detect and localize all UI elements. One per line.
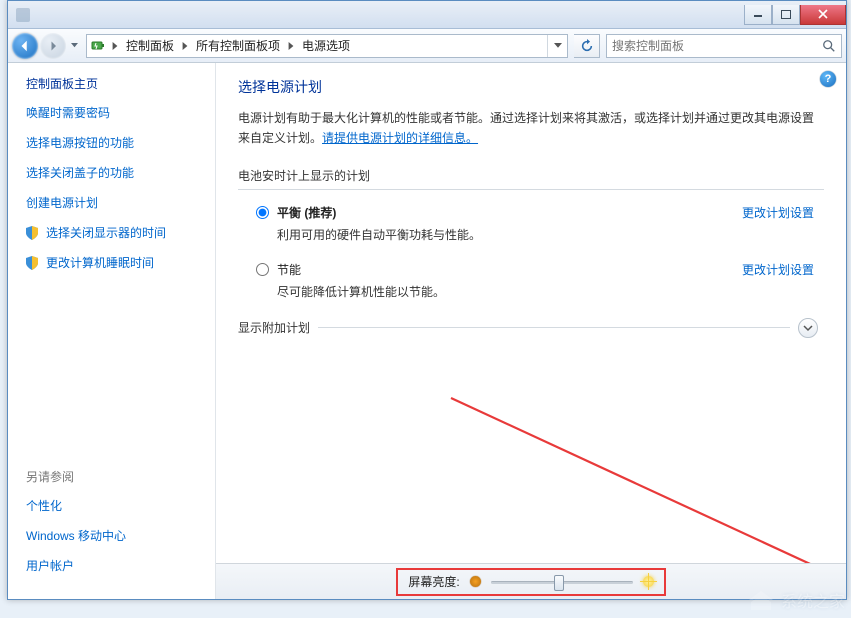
sidebar-link-wake-password[interactable]: 唤醒时需要密码 bbox=[26, 104, 215, 121]
see-also-mobility-center[interactable]: Windows 移动中心 bbox=[26, 527, 126, 544]
sidebar-link-close-lid[interactable]: 选择关闭盖子的功能 bbox=[26, 164, 215, 181]
sidebar: 控制面板主页 唤醒时需要密码 选择电源按钮的功能 选择关闭盖子的功能 创建电源计… bbox=[8, 63, 216, 599]
page-description: 电源计划有助于最大化计算机的性能或者节能。通过选择计划来将其激活，或选择计划并通… bbox=[238, 108, 824, 149]
brightness-label: 屏幕亮度: bbox=[408, 573, 459, 590]
maximize-button[interactable] bbox=[772, 5, 800, 25]
nav-back-button[interactable] bbox=[12, 33, 38, 59]
divider bbox=[238, 189, 824, 190]
plan-desc: 利用可用的硬件自动平衡功耗与性能。 bbox=[277, 226, 742, 243]
section-label-shown-plans: 电池安时计上显示的计划 bbox=[238, 167, 824, 184]
learn-more-link[interactable]: 请提供电源计划的详细信息。 bbox=[322, 131, 478, 145]
sidebar-link-display-off[interactable]: 选择关闭显示器的时间 bbox=[24, 224, 215, 241]
sidebar-link-create-plan[interactable]: 创建电源计划 bbox=[26, 194, 215, 211]
plan-balanced: 平衡 (推荐) 利用可用的硬件自动平衡功耗与性能。 更改计划设置 bbox=[256, 204, 814, 243]
sidebar-title: 控制面板主页 bbox=[26, 75, 215, 92]
watermark: 系统之家 bbox=[747, 588, 845, 612]
search-box[interactable] bbox=[606, 34, 842, 58]
search-input[interactable] bbox=[612, 39, 822, 53]
navbar: 控制面板 所有控制面板项 电源选项 bbox=[8, 29, 846, 63]
titlebar bbox=[8, 1, 846, 29]
brightness-control: 屏幕亮度: bbox=[396, 568, 665, 596]
see-also-personalization[interactable]: 个性化 bbox=[26, 497, 126, 514]
breadcrumb-item[interactable]: 所有控制面板项 bbox=[191, 35, 285, 57]
plan-radio-saver[interactable] bbox=[256, 263, 269, 276]
see-also-user-accounts[interactable]: 用户帐户 bbox=[26, 557, 126, 574]
see-also: 另请参阅 个性化 Windows 移动中心 用户帐户 bbox=[26, 468, 126, 587]
page-title: 选择电源计划 bbox=[238, 77, 824, 97]
see-also-title: 另请参阅 bbox=[26, 468, 126, 485]
chevron-right-icon[interactable] bbox=[109, 42, 121, 50]
main-panel: ? 选择电源计划 电源计划有助于最大化计算机的性能或者节能。通过选择计划来将其激… bbox=[216, 63, 846, 599]
breadcrumb-item[interactable]: 电源选项 bbox=[297, 35, 355, 57]
help-icon[interactable]: ? bbox=[820, 71, 836, 87]
plan-power-saver: 节能 尽可能降低计算机性能以节能。 更改计划设置 bbox=[256, 261, 814, 300]
plan-desc: 尽可能降低计算机性能以节能。 bbox=[277, 283, 742, 300]
expand-button[interactable] bbox=[798, 318, 818, 338]
sidebar-link-sleep-time[interactable]: 更改计算机睡眠时间 bbox=[24, 254, 215, 271]
change-plan-link[interactable]: 更改计划设置 bbox=[742, 204, 814, 221]
close-button[interactable] bbox=[800, 5, 846, 25]
slider-thumb[interactable] bbox=[554, 575, 564, 591]
brightness-low-icon bbox=[470, 576, 481, 587]
divider bbox=[318, 327, 790, 328]
plan-radio-balanced[interactable] bbox=[256, 206, 269, 219]
chevron-right-icon[interactable] bbox=[179, 42, 191, 50]
nav-forward-button[interactable] bbox=[40, 33, 66, 59]
brightness-high-icon bbox=[643, 576, 654, 587]
address-dropdown-icon[interactable] bbox=[547, 35, 567, 57]
minimize-button[interactable] bbox=[744, 5, 772, 25]
shield-icon bbox=[24, 225, 40, 241]
brightness-slider[interactable] bbox=[491, 573, 633, 591]
search-icon bbox=[822, 39, 836, 53]
section-label-additional-plans: 显示附加计划 bbox=[238, 319, 310, 336]
sidebar-link-power-button[interactable]: 选择电源按钮的功能 bbox=[26, 134, 215, 151]
breadcrumb-item[interactable]: 控制面板 bbox=[121, 35, 179, 57]
address-bar[interactable]: 控制面板 所有控制面板项 电源选项 bbox=[86, 34, 568, 58]
refresh-button[interactable] bbox=[574, 34, 600, 58]
power-icon bbox=[87, 38, 109, 54]
nav-history-dropdown[interactable] bbox=[68, 33, 80, 59]
chevron-right-icon[interactable] bbox=[285, 42, 297, 50]
change-plan-link[interactable]: 更改计划设置 bbox=[742, 261, 814, 278]
shield-icon bbox=[24, 255, 40, 271]
breadcrumb: 控制面板 所有控制面板项 电源选项 bbox=[109, 35, 355, 57]
